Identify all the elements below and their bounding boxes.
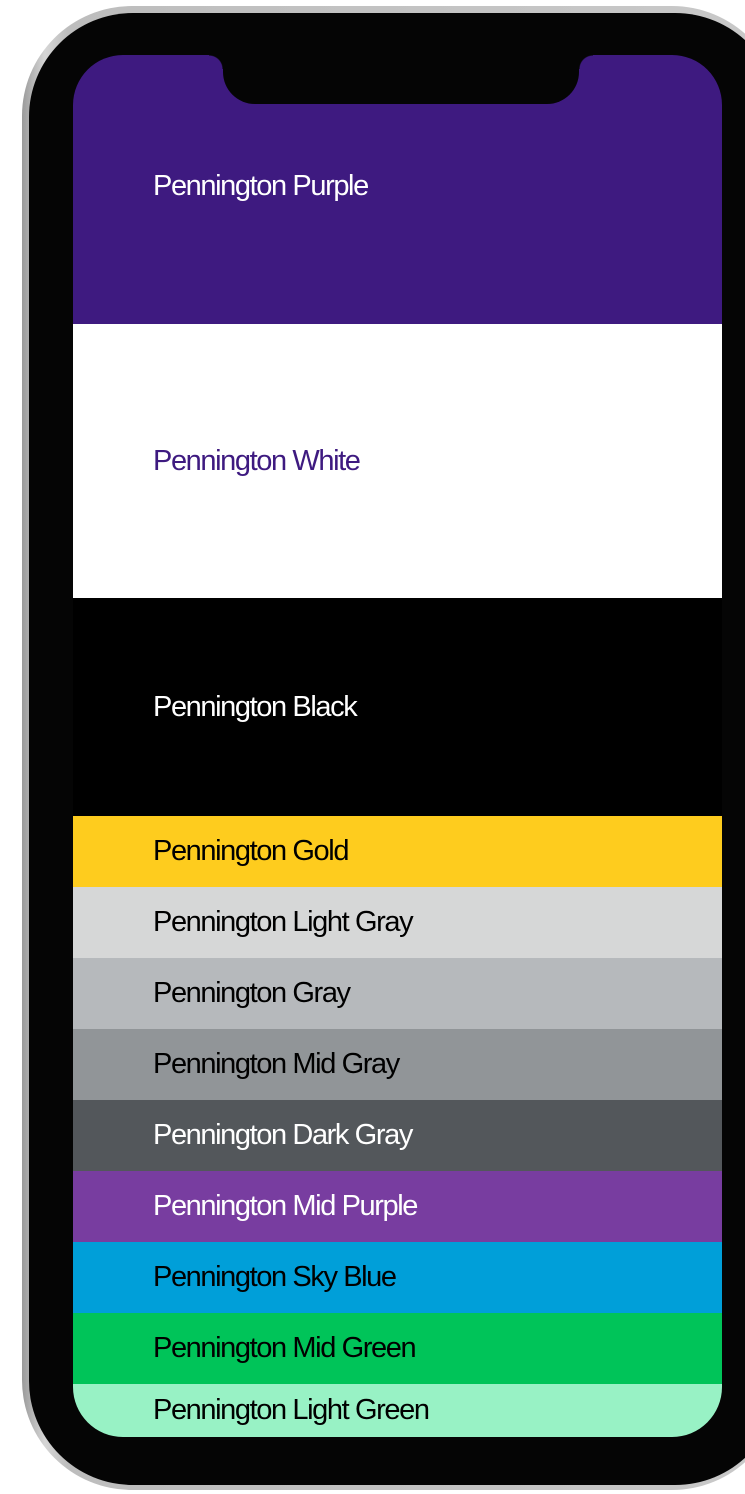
phone-screen: Pennington Purple Pennington White Penni… xyxy=(73,55,722,1437)
color-palette-page: Pennington Purple Pennington White Penni… xyxy=(0,0,745,1494)
swatch-label: Pennington Dark Gray xyxy=(153,1119,413,1151)
swatch-label: Pennington Mid Purple xyxy=(153,1190,418,1222)
swatch-pennington-mid-green: Pennington Mid Green xyxy=(73,1313,722,1384)
swatch-label: Pennington Light Green xyxy=(153,1394,430,1426)
swatch-label: Pennington Purple xyxy=(153,170,369,202)
swatch-pennington-dark-gray: Pennington Dark Gray xyxy=(73,1100,722,1171)
swatch-label: Pennington Gray xyxy=(153,977,351,1009)
swatch-pennington-gray: Pennington Gray xyxy=(73,958,722,1029)
phone-notch xyxy=(209,55,593,104)
swatch-pennington-sky-blue: Pennington Sky Blue xyxy=(73,1242,722,1313)
swatch-pennington-light-green: Pennington Light Green xyxy=(73,1384,722,1437)
swatch-pennington-mid-purple: Pennington Mid Purple xyxy=(73,1171,722,1242)
swatch-label: Pennington White xyxy=(153,444,361,477)
swatch-label: Pennington Light Gray xyxy=(153,906,414,938)
swatch-label: Pennington Mid Green xyxy=(153,1332,417,1364)
swatch-pennington-black: Pennington Black xyxy=(73,598,722,816)
swatch-pennington-mid-gray: Pennington Mid Gray xyxy=(73,1029,722,1100)
swatch-pennington-light-gray: Pennington Light Gray xyxy=(73,887,722,958)
swatch-label: Pennington Mid Gray xyxy=(153,1048,400,1080)
swatch-label: Pennington Black xyxy=(153,690,358,723)
swatch-label: Pennington Gold xyxy=(153,835,349,867)
swatch-pennington-gold: Pennington Gold xyxy=(73,816,722,887)
swatch-label: Pennington Sky Blue xyxy=(153,1261,397,1293)
swatch-pennington-white: Pennington White xyxy=(73,324,722,598)
